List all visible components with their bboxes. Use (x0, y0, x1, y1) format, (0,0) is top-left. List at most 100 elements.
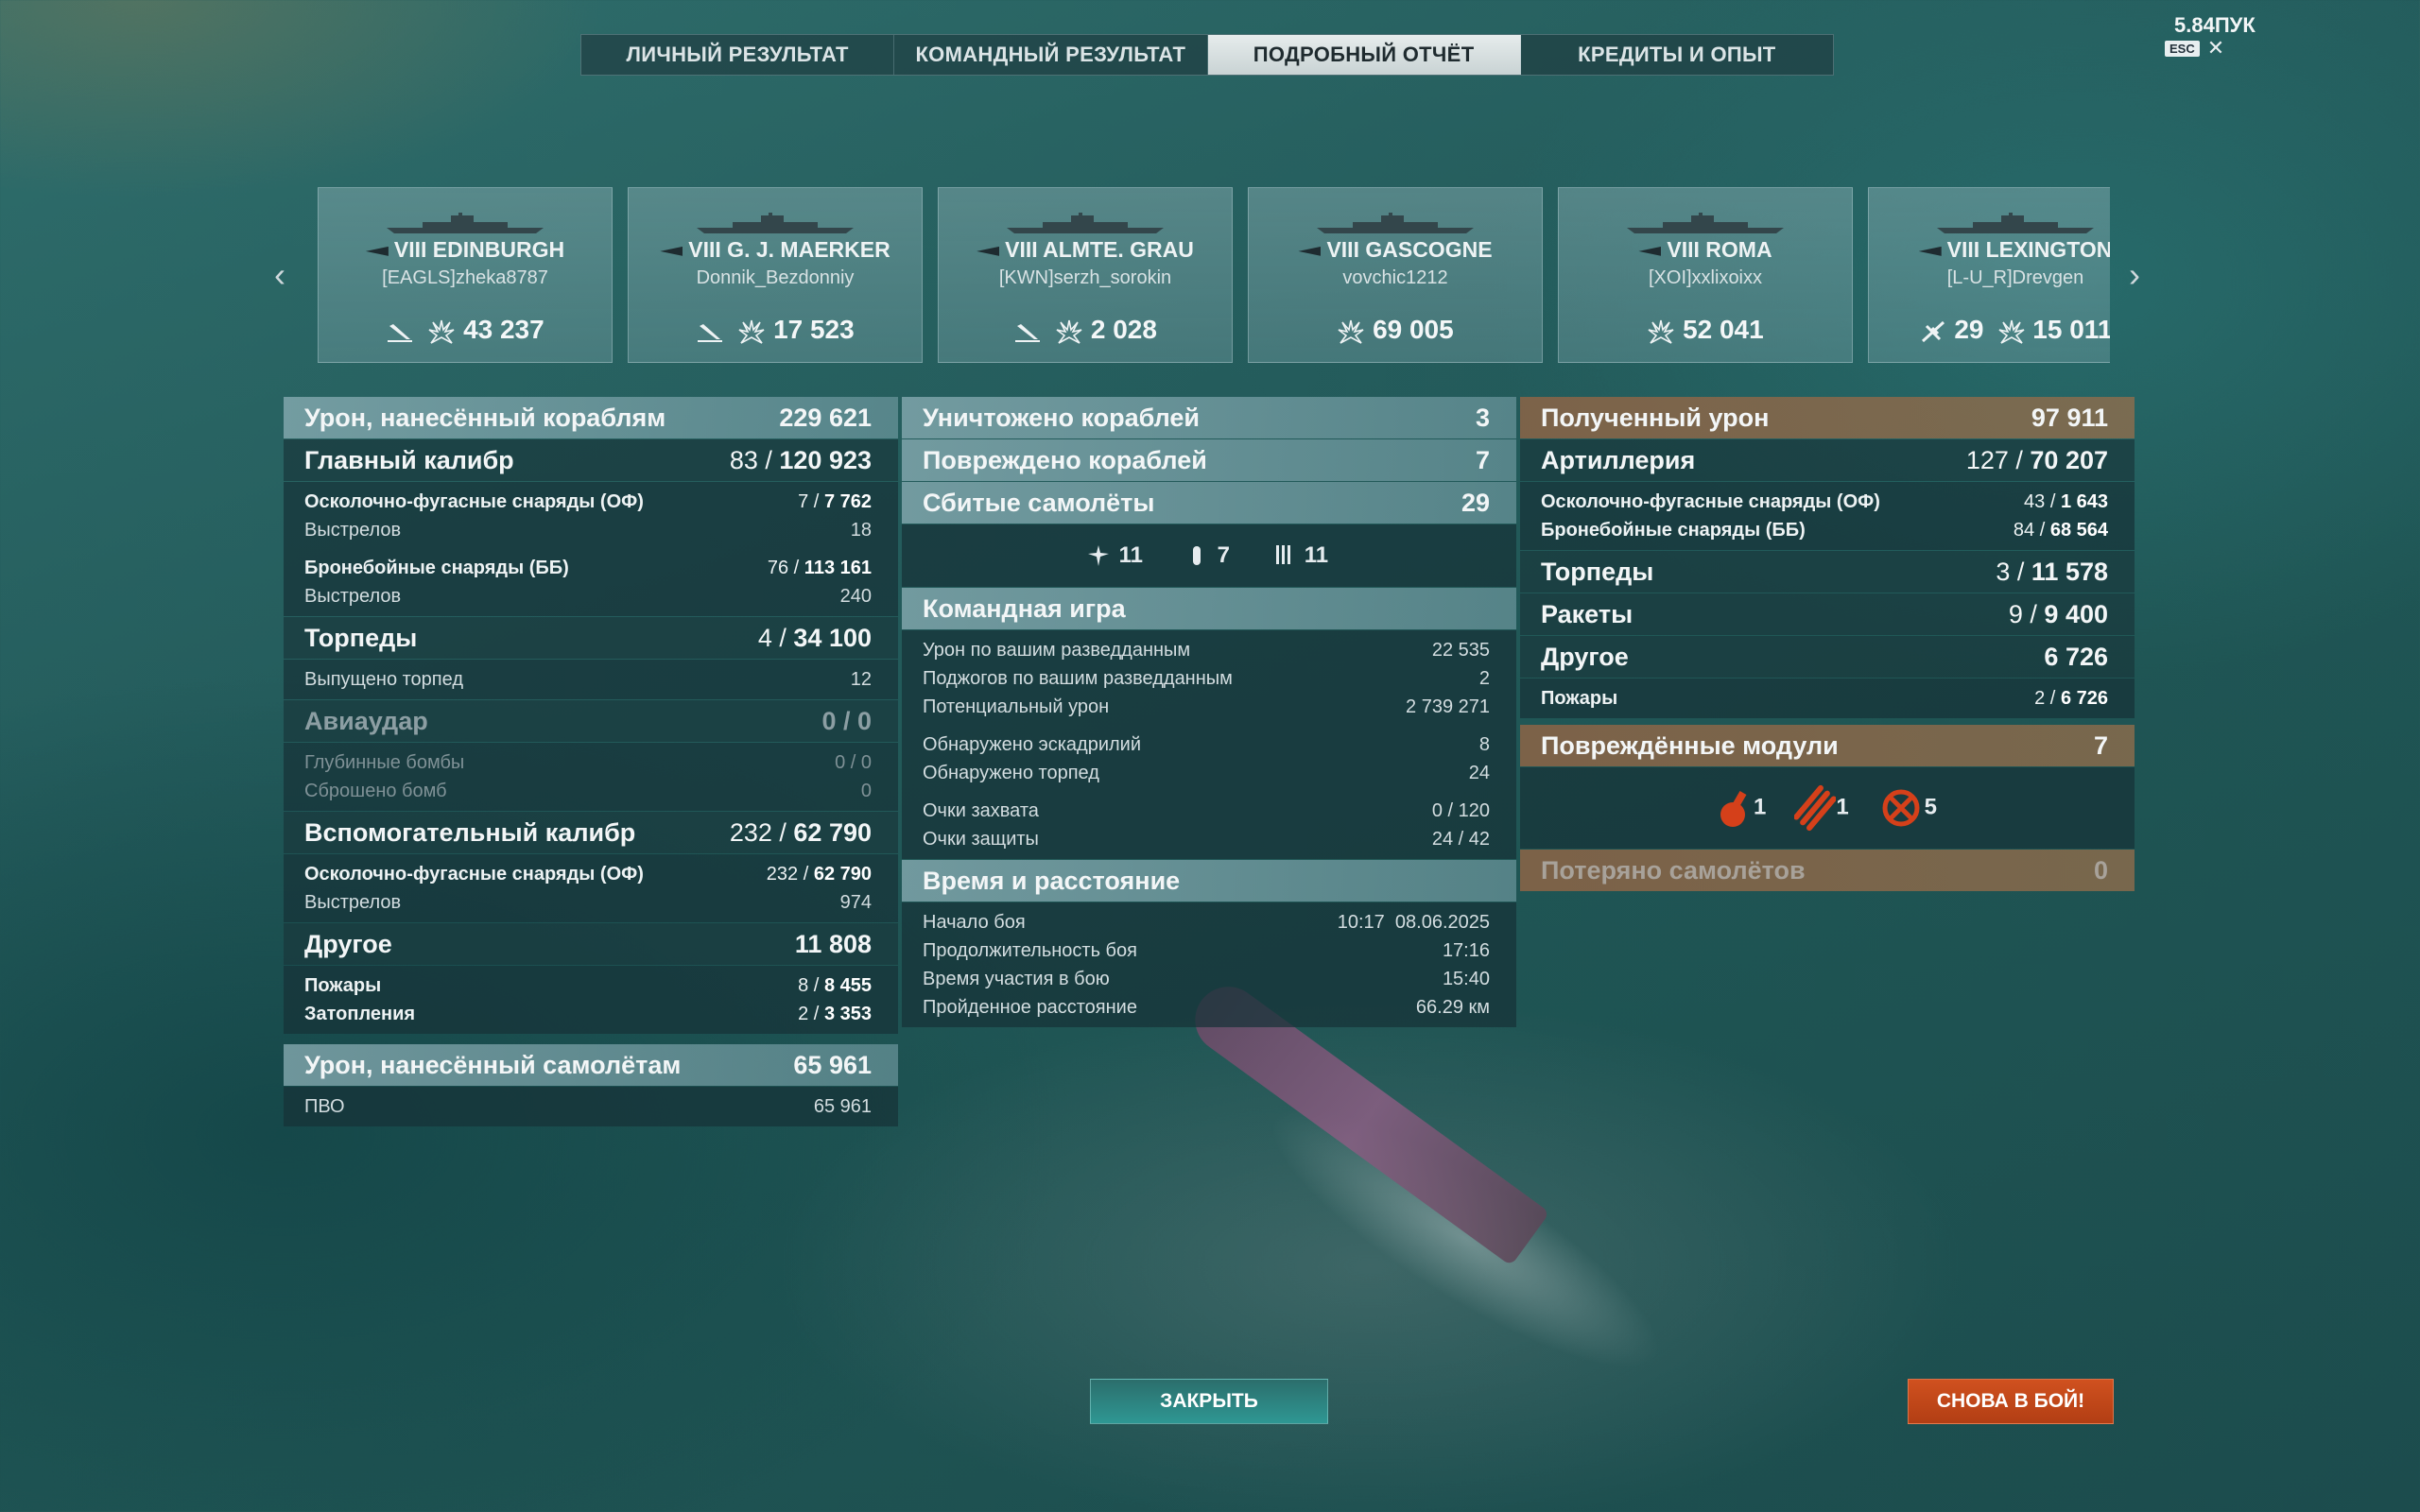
torpedoes-details: Выпущено торпед 12 (284, 660, 898, 699)
damage-icon (1056, 319, 1082, 344)
tab-credits-xp[interactable]: КРЕДИТЫ И ОПЫТ (1521, 35, 1833, 75)
ship-class-icon (365, 246, 389, 256)
torpedo-hit-icon (698, 323, 723, 342)
secondary-battery-details: Осколочно-фугасные снаряды (ОФ) 232 / 62 … (284, 854, 898, 922)
ship-stats: 69 005 (1249, 315, 1542, 345)
ship-class-icon (660, 246, 683, 256)
damaged-modules-header: Повреждённые модули 7 (1520, 725, 2135, 766)
damage-received-header: Полученный урон 97 911 (1520, 397, 2135, 438)
damage-to-ships-header: Урон, нанесённый кораблям 229 621 (284, 397, 898, 438)
main-battery-details: Осколочно-фугасные снаряды (ОФ) 7 / 7 762… (284, 482, 898, 616)
damage-to-planes-header: Урон, нанесённый самолётам 65 961 (284, 1044, 898, 1086)
bomber-stat: 7 (1183, 542, 1230, 570)
main-battery-row: Главный калибр 83 / 120 923 (284, 439, 898, 481)
ship-stats: 17 523 (629, 315, 922, 345)
ship-name: VIII ALMTE. GRAU (939, 237, 1232, 263)
ship-card[interactable]: VIII LEXINGTON [L-U_R]Drevgen 29 15 011 (1868, 187, 2110, 363)
torpedoes-row: Торпеды 4 / 34 100 (284, 617, 898, 659)
damage-stat: 2 028 (1055, 315, 1157, 345)
received-rockets-row: Ракеты 9 / 9 400 (1520, 593, 2135, 635)
esc-key-label: ESC (2165, 40, 2200, 57)
ship-name: VIII EDINBURGH (319, 237, 612, 263)
kills-panel: Уничтожено кораблей 3 Повреждено кораблей… (902, 397, 1516, 1028)
received-other-details: Пожары 2 / 6 726 (1520, 679, 2135, 718)
plane-shotdown-icon (1921, 320, 1945, 342)
ship-card[interactable]: VIII ALMTE. GRAU [KWN]serzh_sorokin 2 028 (938, 187, 1233, 363)
damage-received-panel: Полученный урон 97 911 Артиллерия 127 / 70… (1520, 397, 2135, 892)
damage-stat: 52 041 (1647, 315, 1764, 345)
torpedo-tubes-icon (1793, 784, 1838, 832)
tab-personal-result[interactable]: ЛИЧНЫЙ РЕЗУЛЬТАТ (581, 35, 895, 75)
artillery-row: Артиллерия 127 / 70 207 (1520, 439, 2135, 481)
ship-name: VIII ROMA (1559, 237, 1852, 263)
planes-stat: 29 (1919, 315, 1984, 345)
plane-types-row: 11 7 11 (902, 524, 1516, 587)
torpedo-hit-icon (388, 323, 413, 342)
battle-again-button[interactable]: СНОВА В БОЙ! (1908, 1379, 2114, 1424)
player-name: [KWN]serzh_sorokin (998, 267, 1172, 288)
airstrike-details: Глубинные бомбы 0 / 0 Сброшено бомб 0 (284, 743, 898, 811)
artillery-details: Осколочно-фугасные снаряды (ОФ) 43 / 1 64… (1520, 482, 2135, 550)
rating-label: 5.84ПУК (2174, 13, 2256, 37)
bomber-icon (1192, 546, 1201, 566)
damage-icon (738, 319, 765, 344)
ship-card[interactable]: VIII G. J. MAERKER Donnik_Bezdonniy 17 52… (628, 187, 923, 363)
player-name: [EAGLS]zheka8787 (382, 267, 548, 288)
damage-stat: 43 237 (427, 315, 544, 345)
received-other-row: Другое 6 726 (1520, 636, 2135, 678)
ship-stats: 43 237 (319, 315, 612, 345)
tab-team-result[interactable]: КОМАНДНЫЙ РЕЗУЛЬТАТ (894, 35, 1208, 75)
lost-planes-row: Потеряно самолётов 0 (1520, 850, 2135, 891)
ship-class-icon (977, 246, 1000, 256)
planes-shot-down-row: Сбитые самолёты 29 (902, 482, 1516, 524)
close-button[interactable]: ЗАКРЫТЬ (1090, 1379, 1328, 1424)
damage-dealt-panel: Урон, нанесённый кораблям 229 621 Главный… (284, 397, 898, 1127)
airstrike-row: Авиаудар 0 / 0 (284, 700, 898, 742)
turret-icon (1720, 790, 1747, 827)
damage-icon (1648, 319, 1674, 344)
fighter-icon (1087, 545, 1109, 567)
team-play-header: Командная игра (902, 588, 1516, 629)
time-distance-header: Время и расстояние (902, 860, 1516, 902)
ship-stats: 29 15 011 (1869, 315, 2110, 345)
player-name: [L-U_R]Drevgen (1946, 267, 2084, 288)
chevron-left-icon[interactable]: ‹ (274, 255, 285, 295)
other-damage-row: Другое 11 808 (284, 923, 898, 965)
torpedo-tubes-module-stat: 1 (1793, 784, 1849, 832)
tab-detailed-report[interactable]: ПОДРОБНЫЙ ОТЧЁТ (1207, 35, 1521, 75)
ships-destroyed-row: Уничтожено кораблей 3 (902, 397, 1516, 438)
secondary-battery-row: Вспомогательный калибр 232 / 62 790 (284, 812, 898, 853)
engine-icon (1882, 789, 1920, 827)
torpedo-hit-stat (386, 315, 414, 345)
torpedo-hit-stat (1013, 315, 1042, 345)
player-name: vovchic1212 (1342, 267, 1448, 288)
modules-row: 1 1 5 (1520, 767, 2135, 849)
ship-class-icon (1638, 246, 1662, 256)
time-distance-details: Начало боя 10:17 08.06.2025 Продолжительн… (902, 902, 1516, 1027)
damage-icon (428, 319, 455, 344)
ship-card[interactable]: VIII EDINBURGH [EAGLS]zheka8787 43 237 (318, 187, 613, 363)
damage-stat: 17 523 (737, 315, 855, 345)
turret-module-stat: 1 (1712, 784, 1766, 832)
result-tabs: ЛИЧНЫЙ РЕЗУЛЬТАТ КОМАНДНЫЙ РЕЗУЛЬТАТ ПОД… (580, 34, 1834, 76)
chevron-right-icon[interactable]: › (2129, 255, 2140, 295)
damage-icon (1338, 319, 1364, 344)
player-name: Donnik_Bezdonniy (696, 267, 855, 288)
damage-stat: 69 005 (1337, 315, 1454, 345)
ship-card[interactable]: VIII ROMA [XOI]xxlixoixx 52 041 (1558, 187, 1853, 363)
received-torpedoes-row: Торпеды 3 / 11 578 (1520, 551, 2135, 593)
other-damage-details: Пожары 8 / 8 455 Затопления 2 / 3 353 (284, 966, 898, 1034)
damage-stat: 15 011 (1997, 315, 2110, 345)
team-play-details: Урон по вашим разведданным 22 535 Поджого… (902, 630, 1516, 859)
torpedo-bomber-icon (1276, 545, 1291, 565)
ship-name: VIII GASCOGNE (1249, 237, 1542, 263)
ship-stats: 52 041 (1559, 315, 1852, 345)
esc-close-button[interactable]: ESC ✕ (2165, 36, 2225, 60)
ship-name: VIII G. J. MAERKER (629, 237, 922, 263)
close-icon: ✕ (2206, 36, 2225, 60)
ships-damaged-row: Повреждено кораблей 7 (902, 439, 1516, 481)
torpedo-hit-stat (696, 315, 724, 345)
torpedo-bomber-stat: 11 (1270, 542, 1328, 570)
ship-cards: VIII EDINBURGH [EAGLS]zheka8787 43 237 VII… (318, 187, 2110, 365)
ship-card[interactable]: VIII GASCOGNE vovchic1212 69 005 (1248, 187, 1543, 363)
